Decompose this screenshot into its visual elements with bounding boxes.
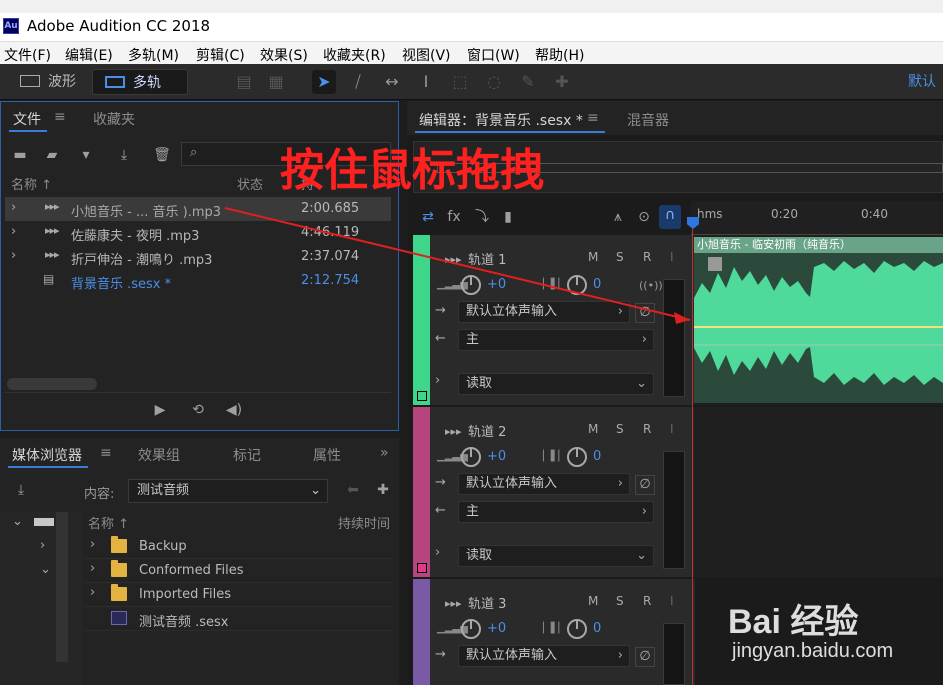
baidu-watermark: Bai 经验 [728,603,859,641]
annotation-text: 按住鼠标拖拽 [280,145,544,196]
watermark-url: jingyan.baidu.com [732,640,894,662]
drag-arrow-annotation [224,207,691,324]
